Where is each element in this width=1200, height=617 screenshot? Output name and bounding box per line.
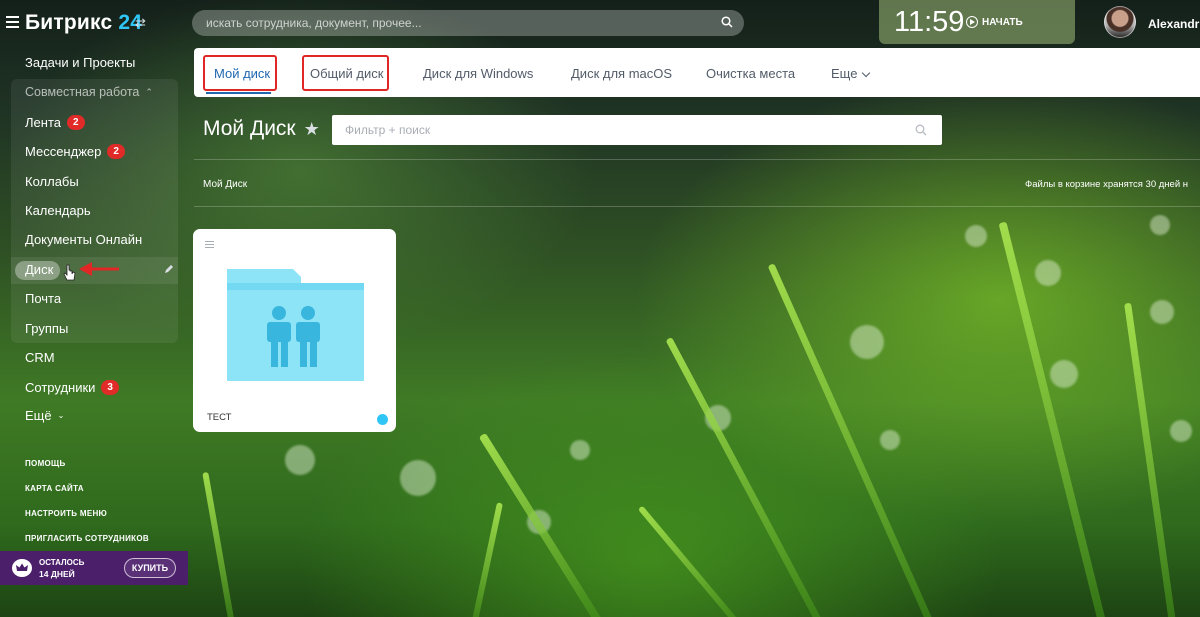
crown-icon: [12, 559, 32, 577]
counter-badge: 2: [66, 115, 85, 130]
app-logo[interactable]: Битрикс 24: [25, 11, 142, 35]
search-icon[interactable]: [915, 124, 927, 136]
sidebar-item-collabs[interactable]: Коллабы: [25, 174, 79, 189]
folder-name: ТЕСТ: [207, 412, 232, 423]
active-tab-underline: [206, 92, 271, 94]
highlight-frame-shared-disk: [302, 55, 389, 91]
sidebar-item-label: Группы: [25, 321, 69, 336]
sidebar-item-label: Совместная работа: [25, 85, 140, 99]
trial-days-left: 14 ДНЕЙ: [39, 569, 75, 579]
sidebar-item-label: Диск: [25, 262, 54, 277]
sidebar-item-label: Коллабы: [25, 174, 79, 189]
divider: [194, 206, 1200, 207]
start-label: НАЧАТЬ: [982, 16, 1023, 28]
work-day-widget[interactable]: 11:59 НАЧАТЬ: [879, 0, 1075, 44]
star-icon[interactable]: ★: [304, 119, 320, 140]
counter-badge: 2: [107, 144, 125, 159]
tab-cleanup[interactable]: Очистка места: [706, 66, 795, 81]
sidebar-item-more[interactable]: Ещё ⌄: [25, 408, 64, 423]
filter-input[interactable]: [332, 115, 892, 145]
logo-settings-icon[interactable]: ⇄: [135, 15, 146, 31]
sidebar-item-messenger[interactable]: Мессенджер 2: [25, 144, 125, 159]
folder-card[interactable]: ТЕСТ: [193, 229, 396, 432]
sidebar: Задачи и Проекты Совместная работа ⌃ Лент…: [0, 46, 188, 617]
chevron-down-icon: ⌄: [57, 411, 65, 420]
sidebar-item-label: CRM: [25, 350, 55, 365]
sidebar-item-mail[interactable]: Почта: [25, 291, 61, 306]
edit-pencil-icon[interactable]: [164, 264, 174, 274]
sidebar-item-label: Календарь: [25, 203, 91, 218]
filter-search[interactable]: [332, 115, 942, 145]
menu-icon[interactable]: [6, 16, 19, 28]
sidebar-item-employees[interactable]: Сотрудники 3: [25, 380, 119, 395]
sidebar-item-label: Документы Онлайн: [25, 232, 143, 247]
tab-disk-macos[interactable]: Диск для macOS: [571, 66, 672, 81]
shared-users-icon: [377, 414, 388, 425]
user-name[interactable]: Alexandru: [1148, 17, 1200, 31]
tab-more[interactable]: Еще: [831, 66, 871, 81]
search-input[interactable]: [192, 10, 692, 36]
search-icon[interactable]: [721, 16, 733, 28]
sidebar-item-label: Почта: [25, 291, 62, 306]
disk-tabs-bar: Мой диск Общий диск Диск для Windows Дис…: [194, 48, 1200, 97]
top-bar: Битрикс 24 ⇄ 11:59 НАЧАТЬ Alexandru: [0, 0, 1200, 46]
play-icon: [966, 16, 978, 28]
sidebar-item-docs-online[interactable]: Документы Онлайн: [25, 232, 142, 247]
site-map-link[interactable]: КАРТА САЙТА: [25, 484, 84, 493]
trial-banner: ОСТАЛОСЬ 14 ДНЕЙ КУПИТЬ: [0, 551, 188, 585]
sidebar-item-feed[interactable]: Лента 2: [25, 115, 85, 130]
sidebar-group-collaboration[interactable]: Совместная работа ⌃: [25, 85, 153, 99]
sidebar-item-label: Сотрудники: [25, 380, 96, 395]
card-menu-icon[interactable]: [205, 241, 214, 249]
invite-employees-link[interactable]: ПРИГЛАСИТЬ СОТРУДНИКОВ: [25, 534, 149, 543]
global-search[interactable]: [192, 10, 744, 36]
sidebar-item-groups[interactable]: Группы: [25, 321, 68, 336]
mouse-cursor-icon: [63, 264, 76, 281]
page-title: Мой Диск ★: [203, 117, 320, 141]
buy-button[interactable]: КУПИТЬ: [124, 558, 176, 578]
highlight-frame-my-disk: [203, 55, 277, 91]
sidebar-item-tasks[interactable]: Задачи и Проекты: [25, 55, 135, 70]
sidebar-item-label: Лента: [25, 115, 61, 130]
logo-text: Битрикс: [25, 11, 113, 34]
avatar[interactable]: [1104, 6, 1136, 38]
counter-badge: 3: [101, 380, 119, 395]
sidebar-item-label: Мессенджер: [25, 144, 102, 159]
trash-retention-note: Файлы в корзине хранятся 30 дней н: [1025, 179, 1189, 190]
help-link[interactable]: ПОМОЩЬ: [25, 459, 66, 468]
sidebar-item-label: Задачи и Проекты: [25, 55, 136, 70]
sidebar-item-crm[interactable]: CRM: [25, 350, 55, 365]
tab-disk-windows[interactable]: Диск для Windows: [423, 66, 533, 81]
trial-remaining-label: ОСТАЛОСЬ: [39, 558, 85, 567]
page-title-text: Мой Диск: [203, 117, 296, 140]
clock-time: 11:59: [894, 6, 965, 38]
chevron-up-icon: ⌃: [145, 86, 153, 97]
sidebar-item-label: Ещё: [25, 408, 52, 423]
start-workday-button[interactable]: НАЧАТЬ: [966, 16, 1023, 28]
tab-more-label: Еще: [831, 66, 858, 81]
sidebar-item-calendar[interactable]: Календарь: [25, 203, 91, 218]
shared-folder-icon: [227, 269, 364, 381]
chevron-down-icon: [862, 68, 871, 78]
divider: [194, 159, 1200, 160]
configure-menu-link[interactable]: НАСТРОИТЬ МЕНЮ: [25, 509, 107, 518]
pointer-arrow-icon: [79, 262, 119, 276]
sidebar-item-disk[interactable]: Диск: [25, 262, 53, 277]
breadcrumb[interactable]: Мой Диск: [203, 179, 247, 190]
